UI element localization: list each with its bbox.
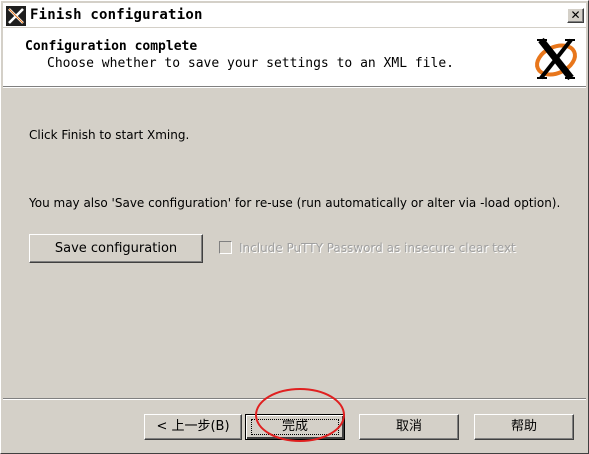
xming-logo xyxy=(535,37,577,81)
wizard-header: Configuration complete Choose whether to… xyxy=(3,28,586,86)
include-putty-password-label: Include PuTTY Password as insecure clear… xyxy=(239,241,516,255)
help-button-label: 帮助 xyxy=(510,419,537,434)
close-button[interactable]: ✕ xyxy=(567,8,584,23)
header-title: Configuration complete xyxy=(25,39,198,54)
save-info-text: You may also 'Save configuration' for re… xyxy=(29,196,561,210)
header-subtitle: Choose whether to save your settings to … xyxy=(47,56,454,71)
save-configuration-label: Save configuration xyxy=(54,241,178,256)
cancel-button[interactable]: 取消 xyxy=(359,414,459,440)
red-annotation-circle xyxy=(255,388,345,442)
back-button[interactable]: < 上一步(B) xyxy=(144,414,242,440)
cancel-button-label: 取消 xyxy=(395,419,422,434)
help-button[interactable]: 帮助 xyxy=(474,414,574,440)
save-configuration-button[interactable]: Save configuration xyxy=(29,234,203,263)
close-icon: ✕ xyxy=(570,8,581,22)
include-putty-password-checkbox[interactable] xyxy=(219,241,232,254)
window-title: Finish configuration xyxy=(30,7,203,23)
title-bar[interactable]: Finish configuration ✕ xyxy=(3,3,586,27)
back-button-label: < 上一步(B) xyxy=(156,419,230,434)
dialog-window: Finish configuration ✕ Configuration com… xyxy=(0,0,589,454)
header-divider-highlight xyxy=(3,87,586,88)
xming-icon xyxy=(6,6,26,26)
click-finish-text: Click Finish to start Xming. xyxy=(29,128,190,142)
